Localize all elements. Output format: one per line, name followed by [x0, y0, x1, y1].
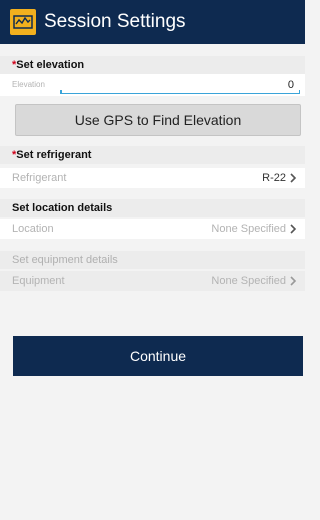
section-header-label: Set elevation [16, 59, 85, 71]
elevation-label: Elevation [12, 80, 45, 89]
section-header-location: Set location details [0, 199, 305, 217]
chevron-right-icon [290, 276, 297, 286]
page-title: Session Settings [44, 11, 186, 32]
refrigerant-value-wrap: R-22 [262, 168, 297, 188]
equipment-value: None Specified [211, 275, 286, 287]
elevation-row: Elevation [0, 74, 305, 96]
use-gps-button[interactable]: Use GPS to Find Elevation [15, 104, 301, 136]
location-label: Location [12, 223, 54, 235]
continue-button[interactable]: Continue [13, 336, 303, 376]
app-logo-icon[interactable] [10, 9, 36, 35]
equipment-label: Equipment [12, 275, 65, 287]
chevron-right-icon [290, 173, 297, 183]
section-header-label: Set refrigerant [16, 149, 92, 161]
refrigerant-value: R-22 [262, 172, 286, 184]
app-bar: Session Settings [0, 0, 305, 44]
section-header-label: Set location details [12, 202, 113, 214]
elevation-input[interactable] [60, 77, 298, 93]
section-header-elevation: *Set elevation [0, 56, 305, 74]
refrigerant-label: Refrigerant [12, 172, 67, 184]
chevron-right-icon [290, 224, 297, 234]
section-header-label: Set equipment details [12, 254, 118, 266]
location-value-wrap: None Specified [211, 219, 297, 239]
equipment-value-wrap: None Specified [211, 271, 297, 291]
location-value: None Specified [211, 223, 286, 235]
location-row[interactable]: Location None Specified [0, 219, 305, 239]
elevation-input-underline [60, 90, 300, 94]
equipment-row: Equipment None Specified [0, 271, 305, 291]
section-header-equipment: Set equipment details [0, 251, 305, 269]
section-header-refrigerant: *Set refrigerant [0, 146, 305, 164]
refrigerant-row[interactable]: Refrigerant R-22 [0, 168, 305, 188]
